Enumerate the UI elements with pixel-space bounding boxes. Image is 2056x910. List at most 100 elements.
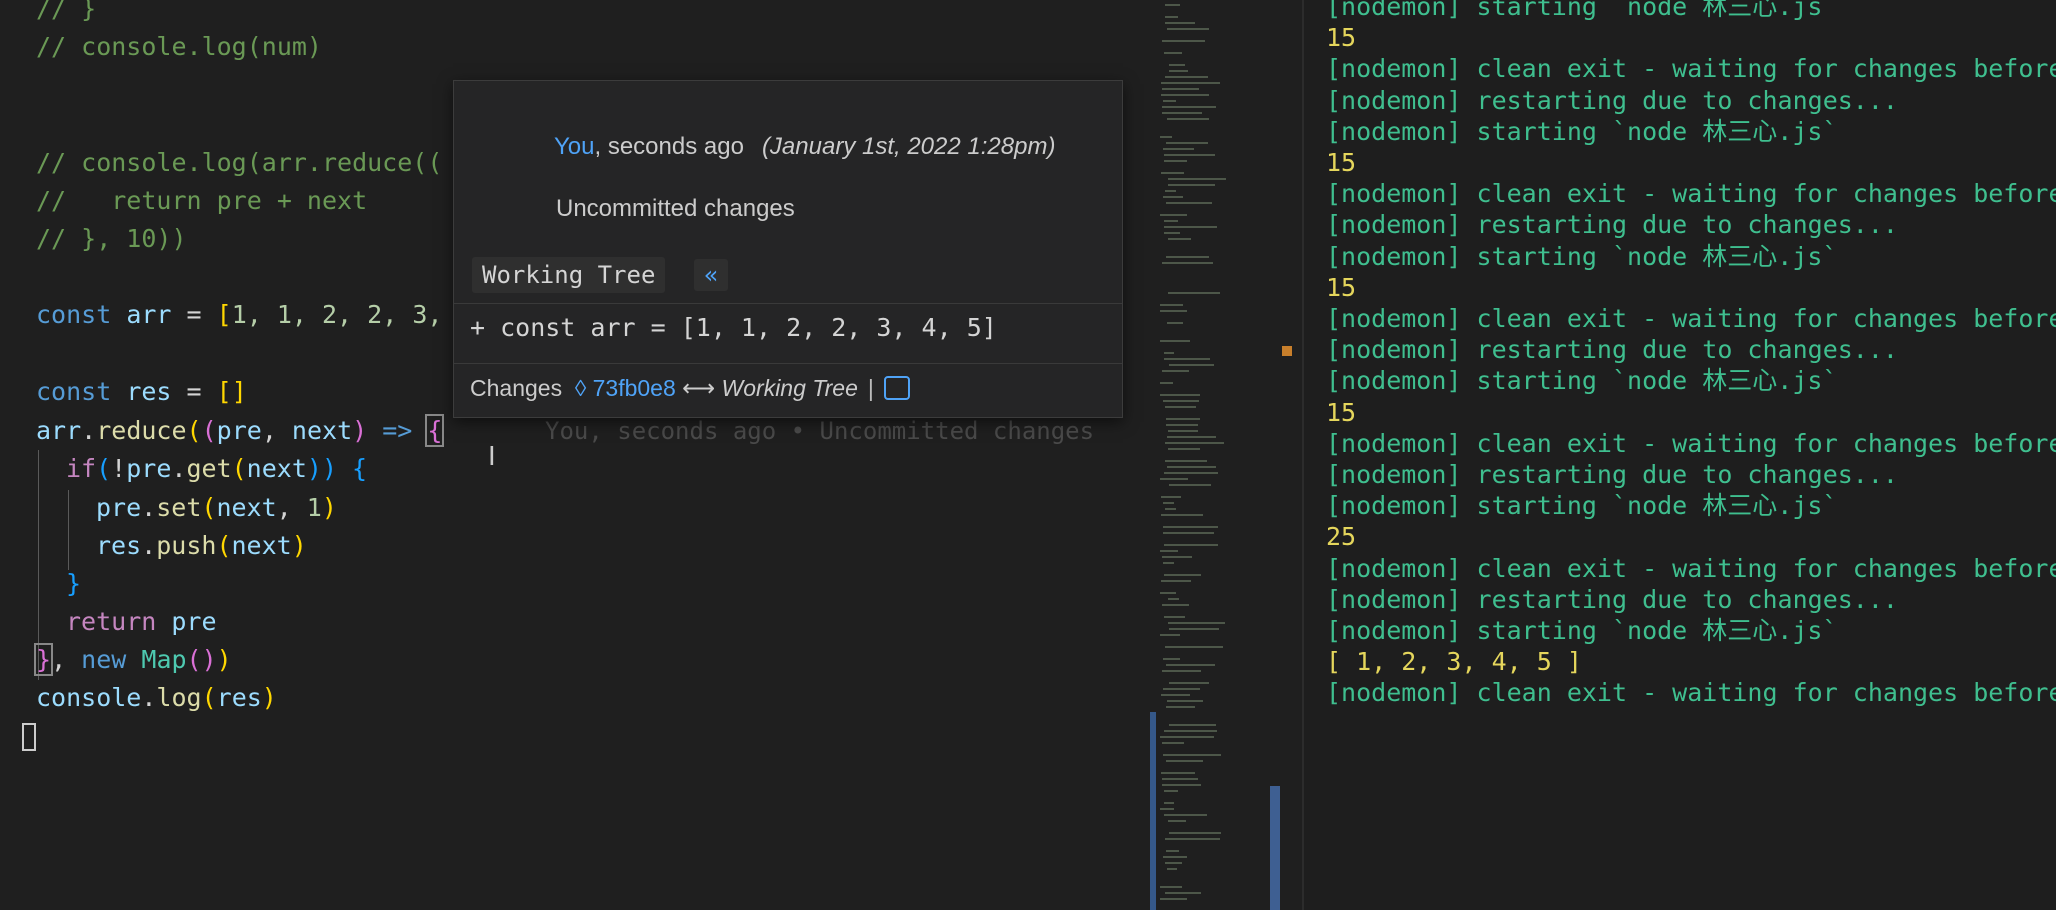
minimap-line: [1165, 406, 1196, 408]
open-changes-icon[interactable]: [883, 375, 910, 400]
punctuation: ,: [51, 645, 82, 674]
minimap-line: [1165, 442, 1224, 444]
terminal-line: [nodemon] starting `node 林三心.js`: [1326, 366, 1838, 396]
terminal-line: [nodemon] starting `node 林三心.js`: [1326, 116, 1838, 146]
minimap-line: [1167, 322, 1183, 324]
divider: [454, 303, 1122, 304]
minimap-slider[interactable]: [1150, 712, 1156, 910]
editor-scrollbar[interactable]: [1270, 0, 1302, 910]
compare-arrow: ⟷: [682, 375, 716, 401]
terminal-line: 15: [1326, 148, 1357, 177]
indent-guide: [68, 490, 69, 570]
minimap-line: [1168, 184, 1215, 186]
identifier: res: [126, 377, 172, 406]
function-name: reduce: [96, 416, 187, 445]
minimap-line: [1163, 148, 1194, 150]
author-link[interactable]: You: [554, 133, 595, 160]
identifier: arr: [126, 300, 172, 329]
identifier: next: [216, 493, 277, 522]
minimap-line: [1166, 256, 1209, 258]
git-blame-hover-card: You, seconds ago (January 1st, 2022 1:28p…: [453, 80, 1123, 418]
minimap-line: [1163, 100, 1176, 102]
terminal-cursor: [22, 723, 36, 751]
terminal-line: 15: [1326, 23, 1357, 53]
collapse-icon[interactable]: «: [694, 259, 728, 291]
function-name: push: [156, 531, 217, 560]
minimap-line: [1168, 430, 1198, 432]
minimap-line: [1168, 598, 1179, 600]
code-line: // return pre + next: [36, 186, 368, 215]
terminal-line: [nodemon] restarting due to changes...: [1326, 335, 1898, 365]
minimap-line: [1168, 238, 1191, 240]
minimap-line: [1169, 64, 1185, 66]
minimap-line: [1165, 862, 1182, 864]
code-line-push: res.push(next): [96, 531, 307, 560]
code-line: // }, 10)): [36, 224, 187, 253]
operator: =: [171, 377, 217, 406]
identifier: pre: [96, 493, 142, 522]
terminal-line: [nodemon] clean exit - waiting for chang…: [1326, 553, 2056, 583]
minimap-line: [1161, 94, 1209, 96]
code-line-reduce: arr.reduce((pre, next) => {: [36, 412, 445, 450]
minimap-line: [1168, 178, 1226, 180]
terminal-line: [nodemon] restarting due to changes...: [1326, 85, 1898, 115]
minimap-line: [1160, 550, 1178, 552]
minimap-line: [1167, 700, 1203, 702]
terminal-line: [ 1, 2, 3, 4, 5 ]: [1326, 647, 1582, 677]
bracket: ): [261, 683, 277, 712]
keyword: return: [66, 607, 157, 636]
scrollbar-thumb[interactable]: [1270, 786, 1280, 910]
terminal-line: [nodemon] clean exit - waiting for chang…: [1326, 428, 2056, 458]
identifier: next: [246, 454, 307, 483]
operator: !: [111, 454, 127, 483]
terminal-panel[interactable]: [nodemon] starting `node 林三心.js` 15 [nodem…: [1304, 0, 2056, 910]
minimap-line: [1165, 190, 1176, 192]
minimap-line: [1164, 544, 1218, 546]
minimap-line: [1165, 16, 1178, 18]
terminal-line: [nodemon] restarting due to changes...: [1326, 460, 1898, 489]
punctuation: ,: [276, 493, 307, 522]
minimap[interactable]: [1150, 0, 1270, 910]
minimap-line: [1166, 706, 1195, 708]
minimap-line: [1163, 856, 1187, 858]
bracket: (): [186, 645, 217, 674]
keyword: const: [36, 300, 112, 329]
code-editor[interactable]: // } // console.log(num) // console.log(…: [0, 0, 1150, 910]
changes-target: Working Tree: [721, 375, 858, 401]
minimap-line: [1164, 472, 1218, 474]
minimap-line: [1168, 292, 1220, 294]
minimap-line: [1169, 832, 1221, 834]
minimap-line: [1161, 172, 1184, 174]
minimap-line: [1160, 394, 1200, 396]
terminal-line: [nodemon] restarting due to changes...: [1326, 584, 1898, 614]
terminal-line: [nodemon] starting `node 林三心.js`: [1326, 616, 1838, 645]
number: 1: [306, 493, 322, 522]
bracket: (: [186, 416, 202, 445]
minimap-line: [1163, 532, 1214, 534]
minimap-line: [1160, 898, 1187, 900]
minimap-line: [1166, 424, 1198, 426]
terminal-line: [nodemon] clean exit - waiting for chang…: [1326, 54, 2056, 84]
blame-author-line: You, seconds ago (January 1st, 2022 1:28p…: [554, 133, 1055, 161]
minimap-line: [1162, 262, 1213, 264]
minimap-line: [1165, 4, 1180, 6]
identifier: console: [36, 683, 142, 712]
minimap-line: [1164, 352, 1174, 354]
blame-time: , seconds ago: [594, 133, 744, 160]
minimap-line: [1167, 118, 1209, 120]
minimap-line: [1160, 310, 1187, 312]
minimap-line: [1164, 160, 1187, 162]
minimap-line: [1160, 136, 1172, 138]
minimap-line: [1162, 604, 1189, 606]
minimap-line: [1164, 358, 1210, 360]
commit-sha-link[interactable]: ◊ 73fb0e8: [575, 375, 676, 401]
changes-label: Changes: [470, 375, 563, 401]
code-line: // console.log(num): [36, 32, 322, 61]
terminal-line: [nodemon] starting `node 林三心.js`: [1326, 241, 1838, 271]
minimap-line: [1162, 778, 1198, 780]
minimap-line: [1164, 220, 1178, 222]
minimap-line: [1167, 436, 1216, 438]
minimap-line: [1163, 658, 1180, 660]
minimap-line: [1165, 838, 1220, 840]
bracket: ): [216, 645, 232, 674]
